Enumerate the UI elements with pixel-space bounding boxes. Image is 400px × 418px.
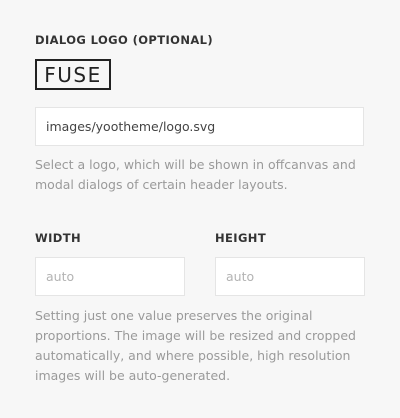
dialog-logo-panel: DIALOG LOGO (OPTIONAL) FUSE Select a log… — [0, 0, 400, 418]
width-input[interactable] — [35, 257, 185, 296]
logo-help-text: Select a logo, which will be shown in of… — [35, 157, 356, 192]
dialog-logo-label: DIALOG LOGO (OPTIONAL) — [35, 33, 214, 47]
size-help-text: Setting just one value preserves the ori… — [35, 308, 356, 383]
width-label: WIDTH — [35, 231, 81, 245]
logo-preview-text: FUSE — [44, 62, 102, 87]
logo-path-input[interactable] — [35, 107, 364, 146]
logo-preview[interactable]: FUSE — [35, 59, 111, 90]
height-label: HEIGHT — [215, 231, 267, 245]
height-input[interactable] — [215, 257, 365, 296]
